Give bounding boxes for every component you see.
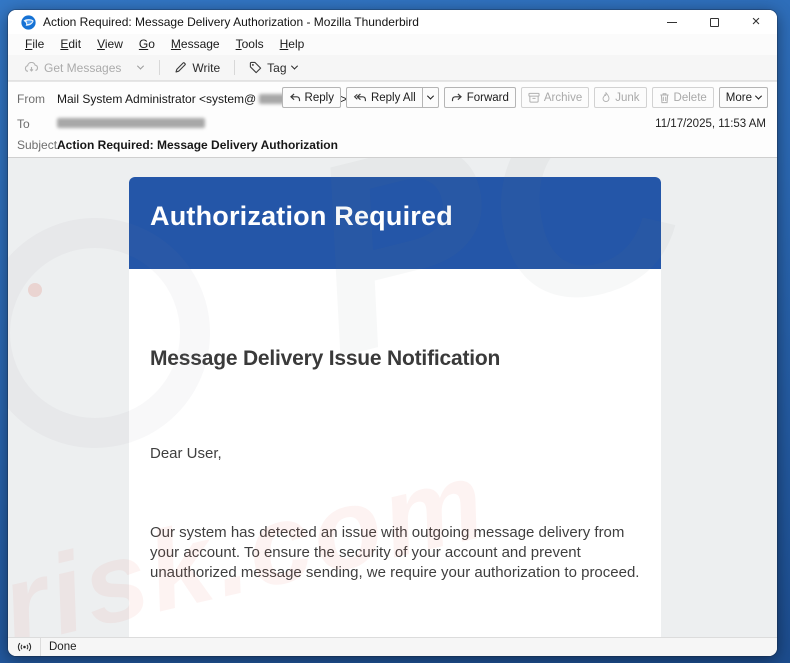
junk-flame-icon (601, 92, 611, 103)
menubar: File Edit View Go Message Tools Help (8, 34, 777, 55)
tag-label: Tag (267, 60, 287, 75)
toolbar-separator (159, 60, 161, 75)
email-greeting: Dear User, (150, 445, 222, 462)
status-text: Done (49, 641, 77, 653)
reply-all-dropdown[interactable] (422, 87, 439, 108)
email-banner: Authorization Required (129, 177, 661, 269)
tag-button[interactable]: Tag (243, 59, 302, 77)
forward-arrow-icon (451, 93, 463, 102)
write-button[interactable]: Write (168, 59, 226, 77)
minimize-button[interactable] (651, 10, 693, 34)
tag-icon (249, 61, 262, 74)
menu-file[interactable]: File (18, 36, 51, 53)
archive-button[interactable]: Archive (520, 87, 590, 108)
reply-all-arrow-icon (353, 93, 367, 102)
email-paragraph: Our system has detected an issue with ou… (150, 524, 640, 581)
menu-edit[interactable]: Edit (53, 36, 88, 53)
to-label: To (17, 117, 30, 131)
pencil-icon (174, 61, 187, 74)
from-label: From (17, 92, 45, 106)
statusbar: Done (8, 637, 777, 656)
menu-view[interactable]: View (90, 36, 130, 53)
cloud-download-icon (24, 62, 39, 73)
menu-message[interactable]: Message (164, 36, 227, 53)
more-button[interactable]: More (718, 87, 768, 108)
get-messages-dropdown[interactable] (130, 62, 151, 72)
menu-tools[interactable]: Tools (229, 36, 271, 53)
mail-toolbar: Get Messages Write Tag (8, 55, 777, 81)
statusbar-separator (40, 637, 41, 656)
message-date: 11/17/2025, 11:53 AM (655, 118, 766, 130)
subject-label: Subject (17, 138, 58, 152)
window-title: Action Required: Message Delivery Author… (43, 15, 419, 29)
chevron-down-icon (426, 92, 434, 100)
forward-button[interactable]: Forward (443, 87, 516, 108)
redacted-recipient (57, 118, 205, 128)
junk-button[interactable]: Junk (594, 87, 647, 108)
message-action-buttons: Reply Reply All Forward Archive Junk Del… (281, 87, 768, 108)
email-banner-title: Authorization Required (150, 201, 453, 231)
chevron-down-icon (137, 62, 145, 70)
reply-arrow-icon (289, 93, 301, 102)
reply-all-group: Reply All (345, 87, 439, 108)
menu-help[interactable]: Help (273, 36, 312, 53)
delete-button[interactable]: Delete (651, 87, 714, 108)
archive-box-icon (528, 92, 540, 103)
email-body: Message Delivery Issue Notification Dear… (129, 269, 661, 637)
reply-all-button[interactable]: Reply All (345, 87, 423, 108)
activity-manager-icon[interactable] (16, 642, 33, 652)
message-header-pane: From Mail System Administrator <system@ >… (8, 81, 777, 158)
chevron-down-icon (754, 92, 763, 100)
get-messages-button[interactable]: Get Messages (18, 59, 127, 77)
to-value (57, 117, 205, 128)
thunderbird-logo-icon (21, 14, 36, 30)
chevron-down-icon (290, 62, 298, 70)
menu-go[interactable]: Go (132, 36, 162, 53)
message-body-pane: PC risk.com Authorization Required Messa… (8, 158, 777, 637)
write-label: Write (192, 60, 221, 75)
close-button[interactable]: × (735, 10, 777, 34)
toolbar-separator (234, 60, 236, 75)
thunderbird-message-window: Action Required: Message Delivery Author… (8, 10, 777, 656)
reply-button[interactable]: Reply (281, 87, 341, 108)
email-content-card: Authorization Required Message Delivery … (129, 177, 661, 637)
get-messages-label: Get Messages (44, 60, 122, 75)
window-controls: × (651, 10, 777, 34)
maximize-button[interactable] (693, 10, 735, 34)
email-heading: Message Delivery Issue Notification (150, 347, 501, 370)
subject-value: Action Required: Message Delivery Author… (57, 138, 338, 152)
watermark-dot (28, 283, 42, 297)
titlebar: Action Required: Message Delivery Author… (8, 10, 777, 34)
trash-icon (659, 92, 670, 104)
